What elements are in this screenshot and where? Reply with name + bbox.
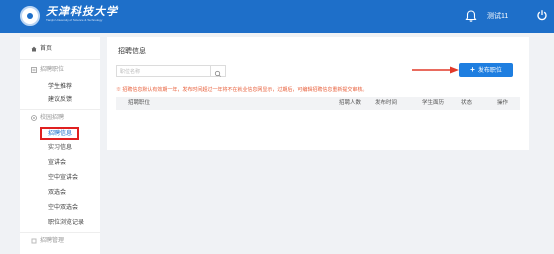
sidebar-item-internship-info[interactable]: 实习信息 (20, 141, 100, 155)
column-header-education: 学生面历 (422, 100, 445, 106)
divider (20, 59, 100, 60)
pointer-arrow-icon (412, 66, 459, 74)
sidebar-item-label: 空中宣讲会 (48, 175, 79, 181)
plus-icon: + (470, 65, 475, 74)
sidebar-item-presentation[interactable]: 宣讲会 (20, 156, 100, 170)
sidebar-group-label: 校园招聘 (40, 115, 65, 121)
divider (20, 232, 100, 233)
search-button[interactable] (210, 66, 225, 77)
column-header-status: 状态 (461, 100, 473, 106)
validity-notice: ※ 招聘信息默认有效期一年，发布时间超过一年将不在就业信息网显示，过期后，可编辑… (116, 87, 368, 93)
university-logo-icon (20, 6, 40, 26)
sidebar-item-job-fair[interactable]: 双选会 (20, 186, 100, 200)
divider (20, 109, 100, 110)
sidebar-item-online-job-fair[interactable]: 空中双选会 (20, 201, 100, 215)
sidebar-item-label: 学生推荐 (48, 84, 73, 90)
sidebar-item-label: 宣讲会 (48, 160, 67, 166)
sidebar-item-student-recommend[interactable]: 学生推荐 (20, 80, 100, 94)
manage-icon (31, 238, 37, 244)
campus-icon (31, 115, 37, 121)
sidebar-item-view-history[interactable]: 职位浏览记录 (20, 216, 100, 230)
home-icon (31, 46, 37, 52)
username[interactable]: 测试11 (487, 11, 508, 21)
brand: 天津科技大学 Tianjin University of Science & T… (46, 5, 118, 23)
sidebar-group-label: 招聘管理 (40, 238, 65, 244)
sidebar-item-label: 实习信息 (48, 145, 73, 151)
sidebar-item-label: 建议反馈 (48, 97, 73, 103)
main-panel: 招聘信息 职位名称 + 发布职位 ※ 招聘信息默认有效期一年，发布时间超过一年将不… (107, 37, 529, 150)
sidebar-item-label: 职位浏览记录 (48, 220, 85, 226)
sidebar-item-label: 空中双选会 (48, 205, 79, 211)
logout-power-icon[interactable] (536, 9, 548, 21)
sidebar-item-feedback[interactable]: 建议反馈 (20, 93, 100, 107)
table-header: 招聘职位 招聘人数 发布时间 学生面历 状态 操作 (116, 97, 520, 110)
list-icon (31, 67, 37, 73)
sidebar-item-label: 首页 (40, 46, 53, 52)
sidebar-group-label: 招聘职位 (40, 67, 65, 73)
brand-name-en: Tianjin University of Science & Technolo… (46, 18, 103, 22)
active-item-highlight (40, 127, 79, 140)
search-input[interactable]: 职位名称 (116, 65, 226, 77)
column-header-publish-time: 发布时间 (375, 100, 398, 106)
sidebar-group-positions[interactable]: 招聘职位 (20, 63, 100, 77)
sidebar-group-campus-recruit[interactable]: 校园招聘 (20, 111, 100, 125)
page-title: 招聘信息 (118, 48, 146, 55)
search-icon (214, 70, 221, 77)
sidebar: 首页 招聘职位 学生推荐 建议反馈 校园招聘 招聘信息 实习信息 宣讲会 空中宣… (20, 37, 100, 254)
bell-icon[interactable] (464, 9, 478, 23)
search-placeholder: 职位名称 (120, 69, 141, 75)
column-header-headcount: 招聘人数 (339, 100, 362, 106)
publish-position-button[interactable]: + 发布职位 (459, 63, 513, 77)
sidebar-item-home[interactable]: 首页 (20, 42, 100, 56)
sidebar-group-recruit-manage[interactable]: 招聘管理 (20, 234, 100, 248)
publish-label: 发布职位 (477, 68, 502, 74)
sidebar-item-label: 双选会 (48, 190, 67, 196)
column-header-actions: 操作 (497, 100, 509, 106)
top-bar: 天津科技大学 Tianjin University of Science & T… (0, 0, 554, 33)
brand-name-cn: 天津科技大学 (46, 5, 118, 18)
sidebar-item-online-presentation[interactable]: 空中宣讲会 (20, 171, 100, 185)
column-header-position: 招聘职位 (128, 100, 151, 106)
